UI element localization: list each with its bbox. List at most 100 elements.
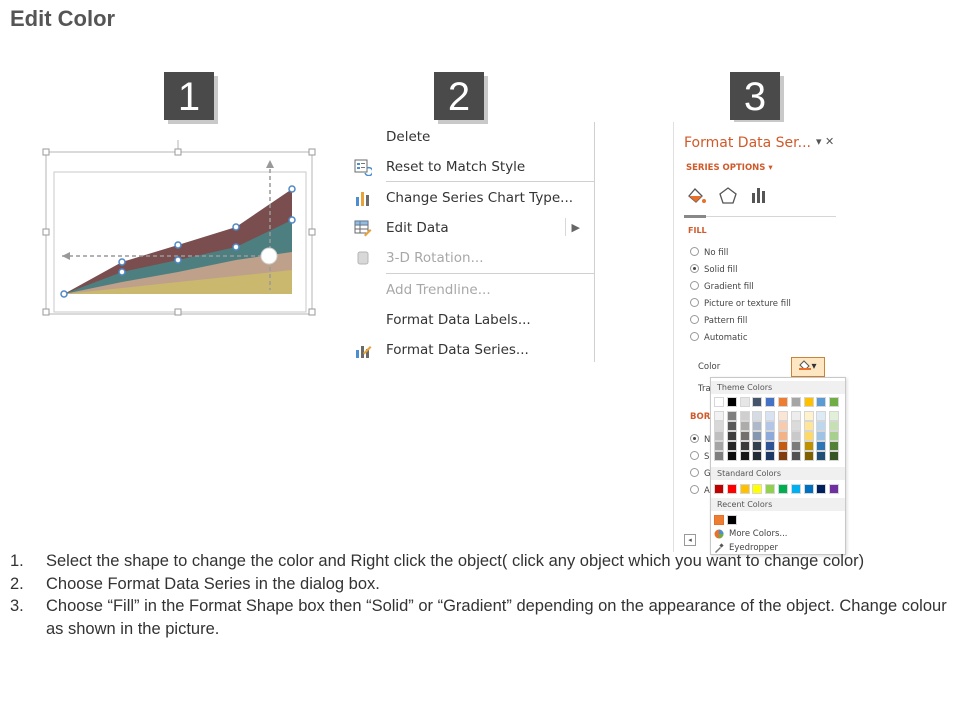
theme-shade-swatch[interactable]: [739, 411, 750, 421]
theme-shade-swatch[interactable]: [829, 441, 840, 451]
theme-shade-swatch[interactable]: [714, 411, 724, 421]
theme-shade-swatch[interactable]: [816, 441, 827, 451]
theme-color-swatch[interactable]: [765, 397, 776, 407]
color-picker-button[interactable]: ▾: [791, 357, 825, 377]
theme-color-swatch[interactable]: [739, 397, 750, 407]
theme-color-swatch[interactable]: [752, 397, 763, 407]
standard-color-swatch[interactable]: [765, 484, 776, 494]
theme-shade-swatch[interactable]: [765, 431, 776, 441]
theme-shade-swatch[interactable]: [765, 421, 776, 431]
theme-shade-swatch[interactable]: [816, 421, 827, 431]
theme-shade-swatch[interactable]: [765, 411, 776, 421]
theme-shade-swatch[interactable]: [765, 441, 776, 451]
standard-color-swatch[interactable]: [803, 484, 814, 494]
theme-shade-swatch[interactable]: [739, 431, 750, 441]
theme-shade-swatch[interactable]: [829, 411, 840, 421]
menu-item-format-data-labels[interactable]: Format Data Labels...: [350, 307, 594, 333]
theme-shade-swatch[interactable]: [739, 421, 750, 431]
theme-color-swatch[interactable]: [816, 397, 827, 407]
theme-shade-swatch[interactable]: [829, 451, 840, 461]
theme-shade-swatch[interactable]: [778, 421, 788, 431]
selected-chart-object[interactable]: [40, 140, 320, 320]
more-colors-item[interactable]: More Colors...: [729, 529, 788, 539]
theme-shade-swatch[interactable]: [752, 451, 763, 461]
submenu-arrow-icon[interactable]: ▶: [572, 221, 580, 234]
theme-shade-swatch[interactable]: [726, 411, 737, 421]
theme-shade-swatch[interactable]: [752, 431, 763, 441]
theme-shade-swatch[interactable]: [816, 451, 827, 461]
standard-color-swatch[interactable]: [752, 484, 763, 494]
standard-color-swatch[interactable]: [829, 484, 840, 494]
standard-color-swatch[interactable]: [714, 484, 724, 494]
fill-line-icon[interactable]: [688, 188, 706, 203]
theme-shade-swatch[interactable]: [778, 411, 788, 421]
theme-color-swatch[interactable]: [803, 397, 814, 407]
radio-pattern-fill[interactable]: Pattern fill: [690, 315, 747, 326]
menu-item-reset-style[interactable]: Reset to Match Style: [350, 154, 594, 180]
theme-shade-swatch[interactable]: [714, 421, 724, 431]
theme-shade-swatch[interactable]: [803, 411, 814, 421]
radio-border-option[interactable]: N: [690, 434, 710, 445]
theme-shade-swatch[interactable]: [803, 441, 814, 451]
theme-shade-swatch[interactable]: [778, 451, 788, 461]
standard-color-swatch[interactable]: [816, 484, 827, 494]
standard-color-swatch[interactable]: [778, 484, 788, 494]
theme-shade-swatch[interactable]: [778, 441, 788, 451]
theme-shade-swatch[interactable]: [790, 441, 801, 451]
pentagon-icon[interactable]: [719, 187, 737, 204]
theme-shade-swatch[interactable]: [726, 431, 737, 441]
radio-picture-fill[interactable]: Picture or texture fill: [690, 298, 791, 309]
theme-shade-swatch[interactable]: [790, 431, 801, 441]
radio-automatic[interactable]: Automatic: [690, 332, 748, 343]
pane-close-button[interactable]: ▾ ✕: [816, 135, 834, 148]
theme-shade-swatch[interactable]: [752, 411, 763, 421]
standard-color-swatch[interactable]: [726, 484, 737, 494]
theme-shade-swatch[interactable]: [726, 441, 737, 451]
theme-color-swatch[interactable]: [714, 397, 724, 407]
radio-border-option[interactable]: A: [690, 485, 710, 496]
radio-gradient-fill[interactable]: Gradient fill: [690, 281, 754, 292]
theme-shade-swatch[interactable]: [829, 421, 840, 431]
theme-shade-swatch[interactable]: [714, 441, 724, 451]
area-chart-illustration: [42, 140, 316, 316]
theme-shade-swatch[interactable]: [803, 421, 814, 431]
theme-shade-swatch[interactable]: [790, 421, 801, 431]
theme-color-swatch[interactable]: [778, 397, 788, 407]
theme-shade-swatch[interactable]: [816, 431, 827, 441]
standard-color-swatch[interactable]: [790, 484, 801, 494]
instruction-number: 3.: [10, 597, 24, 615]
theme-shade-swatch[interactable]: [829, 431, 840, 441]
series-options-dropdown[interactable]: SERIES OPTIONS ▾: [686, 163, 773, 173]
recent-color-swatch[interactable]: [726, 515, 737, 525]
standard-color-swatch[interactable]: [739, 484, 750, 494]
theme-color-swatch[interactable]: [829, 397, 840, 407]
theme-shade-swatch[interactable]: [739, 451, 750, 461]
bar-chart-icon[interactable]: [752, 188, 765, 203]
menu-item-format-data-series[interactable]: Format Data Series...: [350, 337, 594, 363]
recent-color-swatch[interactable]: [714, 515, 724, 525]
theme-shade-swatch[interactable]: [790, 451, 801, 461]
menu-item-edit-data[interactable]: Edit Data ▶: [350, 215, 594, 241]
theme-shade-swatch[interactable]: [752, 421, 763, 431]
theme-shade-swatch[interactable]: [739, 441, 750, 451]
theme-color-swatch[interactable]: [790, 397, 801, 407]
radio-solid-fill[interactable]: Solid fill: [690, 264, 738, 275]
theme-shade-swatch[interactable]: [790, 411, 801, 421]
theme-shade-swatch[interactable]: [803, 431, 814, 441]
theme-shade-swatch[interactable]: [714, 431, 724, 441]
theme-shade-swatch[interactable]: [726, 421, 737, 431]
radio-border-option[interactable]: S: [690, 451, 709, 462]
menu-item-delete[interactable]: Delete: [350, 124, 594, 150]
theme-shade-swatch[interactable]: [765, 451, 776, 461]
radio-border-option[interactable]: G: [690, 468, 711, 479]
theme-shade-swatch[interactable]: [778, 431, 788, 441]
radio-no-fill[interactable]: No fill: [690, 247, 728, 258]
theme-shade-swatch[interactable]: [714, 451, 724, 461]
theme-shade-swatch[interactable]: [803, 451, 814, 461]
theme-shade-swatch[interactable]: [752, 441, 763, 451]
theme-shade-swatch[interactable]: [726, 451, 737, 461]
menu-item-change-chart-type[interactable]: Change Series Chart Type...: [350, 185, 594, 211]
theme-color-swatch[interactable]: [726, 397, 737, 407]
scroll-left-icon[interactable]: ◂: [684, 534, 696, 546]
theme-shade-swatch[interactable]: [816, 411, 827, 421]
